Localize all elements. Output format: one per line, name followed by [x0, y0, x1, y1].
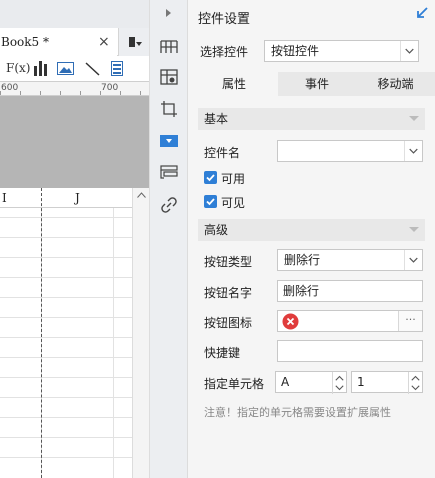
page-break-line	[41, 188, 42, 478]
cell-element-icon[interactable]	[160, 68, 178, 86]
collapse-chevron-icon[interactable]	[165, 8, 172, 18]
column-header: I J	[0, 188, 149, 208]
bar-chart-icon[interactable]	[33, 60, 49, 77]
target-cell-row-stepper[interactable]: 1	[351, 371, 423, 394]
widget-settings-panel: 控件设置 选择控件 按钮控件 属性 事件 移动端 基本 控件名 可用 可见 高级…	[188, 0, 435, 478]
button-name-label: 按钮名字	[204, 286, 253, 300]
chevron-down-icon	[400, 41, 414, 61]
shortcut-input[interactable]	[277, 340, 423, 362]
ruler-mark: 700	[101, 83, 119, 93]
dropdown-menu-icon	[129, 37, 142, 47]
widget-name-field[interactable]	[277, 140, 423, 162]
shortcut-label: 快捷键	[204, 346, 241, 360]
button-name-value: 删除行	[283, 284, 320, 298]
column-label[interactable]: I	[2, 191, 7, 205]
button-name-input[interactable]: 删除行	[277, 280, 423, 302]
tab-events[interactable]: 事件	[278, 72, 356, 96]
sheet-margin-area	[0, 96, 149, 188]
ruler: 600 700	[0, 81, 149, 96]
stepper-arrows-icon[interactable]	[332, 372, 346, 394]
tab-menu-button[interactable]	[118, 28, 149, 56]
expand-arrow-icon[interactable]	[415, 6, 429, 20]
widget-name-label: 控件名	[204, 146, 241, 160]
collapse-caret-icon	[409, 116, 419, 121]
visible-checkbox[interactable]	[204, 195, 217, 208]
enabled-label: 可用	[221, 172, 246, 186]
target-cell-note: 注意！指定的单元格需要设置扩展属性	[204, 406, 391, 419]
tab-properties[interactable]: 属性	[198, 72, 270, 96]
visible-label: 可见	[221, 196, 246, 210]
section-advanced-title: 高级	[204, 223, 229, 237]
target-cell-label: 指定单元格	[204, 377, 265, 391]
more-options-button[interactable]: ···	[398, 311, 422, 331]
target-cell-column-value: A	[281, 375, 290, 389]
crop-frame-icon[interactable]	[160, 100, 178, 118]
scroll-up-icon[interactable]	[137, 192, 146, 198]
image-icon[interactable]	[57, 60, 74, 77]
panel-tabs: 属性 事件 移动端	[198, 72, 435, 96]
cell-property-icon[interactable]	[160, 37, 178, 55]
section-basic-title: 基本	[204, 112, 229, 126]
cell-grid[interactable]	[0, 208, 132, 478]
collapse-caret-icon	[409, 227, 419, 232]
hyperlink-icon[interactable]	[160, 196, 178, 214]
sheet-area: Book5 * × F(x) 600 700 I J	[0, 0, 150, 478]
enabled-checkbox[interactable]	[204, 171, 217, 184]
column-label[interactable]: J	[75, 191, 80, 205]
section-basic[interactable]: 基本	[198, 108, 425, 130]
select-widget-label: 选择控件	[200, 45, 249, 59]
tab-mobile[interactable]: 移动端	[356, 72, 435, 96]
widget-settings-icon[interactable]	[160, 132, 178, 150]
vertical-scrollbar[interactable]	[132, 188, 149, 478]
settings-icon-bar	[150, 0, 188, 478]
form-icon[interactable]	[111, 60, 123, 77]
condition-icon[interactable]	[160, 164, 178, 182]
document-tab-title: Book5 *	[1, 35, 49, 49]
target-cell-column-stepper[interactable]: A	[275, 371, 347, 394]
checkmark-icon	[206, 174, 215, 182]
close-tab-icon[interactable]: ×	[98, 28, 110, 56]
button-type-dropdown[interactable]: 删除行	[277, 249, 423, 271]
panel-title: 控件设置	[198, 12, 251, 27]
button-type-value: 删除行	[284, 253, 321, 267]
title-strip	[0, 0, 149, 28]
slash-line-icon[interactable]	[84, 60, 101, 77]
section-advanced[interactable]: 高级	[198, 219, 425, 241]
delete-circle-icon	[282, 313, 299, 330]
select-widget-value: 按钮控件	[271, 44, 320, 58]
checkmark-icon	[206, 198, 215, 206]
chevron-down-icon	[404, 141, 418, 161]
stepper-arrows-icon[interactable]	[408, 372, 422, 394]
chevron-down-icon	[404, 250, 418, 270]
ruler-mark: 600	[1, 83, 19, 93]
insert-toolbar: F(x)	[0, 56, 149, 81]
document-tab-row: Book5 * ×	[0, 28, 149, 56]
button-type-label: 按钮类型	[204, 255, 253, 269]
target-cell-row-value: 1	[357, 375, 365, 389]
button-icon-label: 按钮图标	[204, 316, 253, 330]
select-widget-dropdown[interactable]: 按钮控件	[264, 40, 419, 62]
button-icon-picker[interactable]: ···	[277, 310, 423, 332]
formula-icon[interactable]: F(x)	[6, 61, 30, 78]
